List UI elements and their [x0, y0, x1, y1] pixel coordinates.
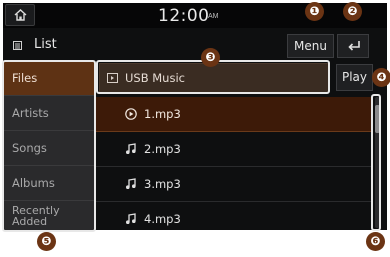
file-list: 1.mp3 2.mp3 3.mp3 4.mp3	[96, 97, 371, 230]
music-note-icon	[126, 178, 136, 189]
menu-button[interactable]: Menu	[287, 34, 334, 58]
play-button[interactable]: Play	[336, 64, 373, 91]
back-arrow-icon	[348, 41, 360, 51]
clock-ampm: AM	[208, 13, 219, 20]
home-icon	[14, 9, 27, 21]
list-icon	[13, 41, 22, 50]
callout-frame-sidebar	[2, 60, 96, 232]
home-button[interactable]	[5, 4, 35, 26]
clock-time: 12:00	[158, 6, 210, 26]
callout-badge-2: ❷	[343, 2, 362, 21]
list-item[interactable]: 2.mp3	[96, 132, 371, 167]
music-note-icon	[126, 143, 136, 154]
title-bar: List Menu	[3, 31, 387, 58]
music-note-icon	[126, 213, 136, 224]
list-item[interactable]: 3.mp3	[96, 167, 371, 202]
list-item[interactable]: 1.mp3	[96, 97, 371, 132]
play-circle-icon	[125, 108, 137, 120]
back-button[interactable]	[337, 34, 369, 58]
page-title: List	[34, 37, 57, 52]
list-item[interactable]: 4.mp3	[96, 202, 371, 230]
callout-badge-6: ❻	[366, 232, 385, 251]
callout-frame-scrollbar	[371, 94, 381, 231]
file-name: 2.mp3	[144, 142, 181, 156]
callout-badge-4: ❹	[372, 68, 390, 87]
callout-badge-3: ❸	[201, 48, 220, 67]
file-name: 3.mp3	[144, 177, 181, 191]
file-name: 1.mp3	[144, 107, 181, 121]
callout-badge-1: ❶	[305, 2, 324, 21]
callout-badge-5: ❺	[37, 232, 56, 251]
file-name: 4.mp3	[144, 212, 181, 226]
status-bar: 12:00 AM	[3, 3, 387, 28]
